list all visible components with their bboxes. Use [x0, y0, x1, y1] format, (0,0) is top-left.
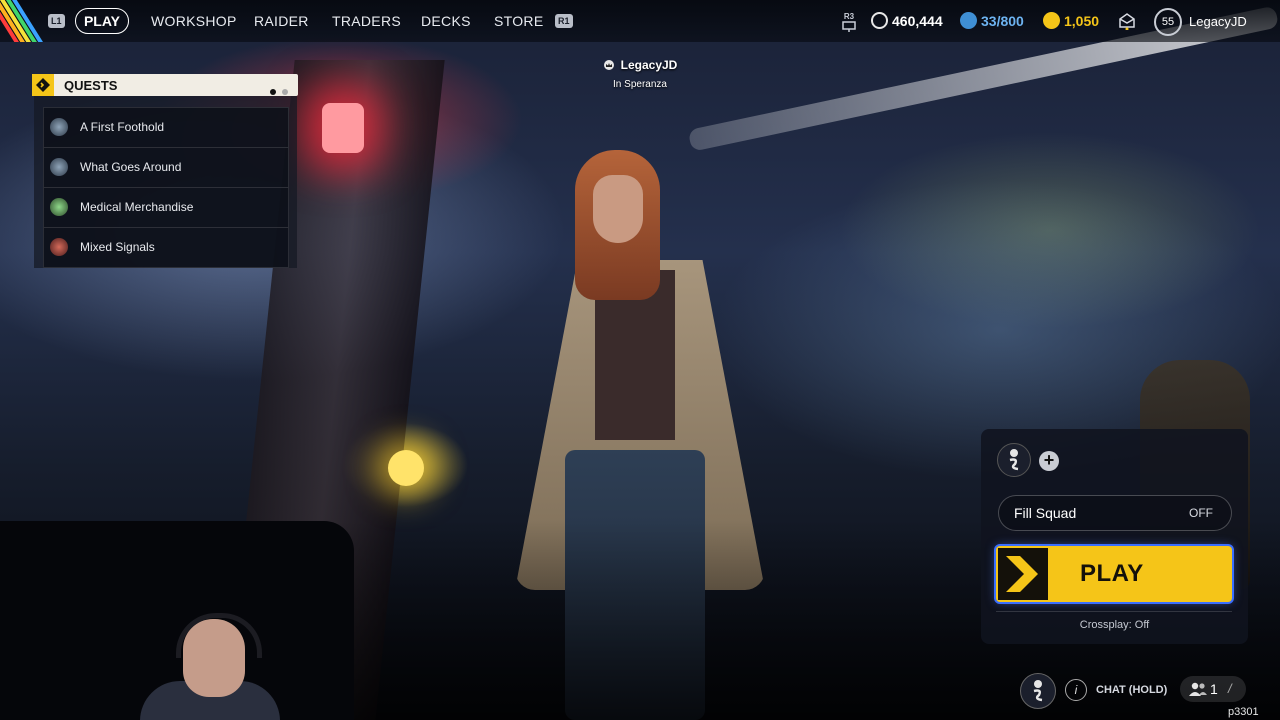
l1-key-hint: L1: [48, 14, 65, 28]
friends-icon: [1189, 682, 1207, 696]
r3-key-hint: R3: [842, 12, 856, 35]
quest-label: A First Foothold: [80, 120, 165, 134]
play-panel: + Fill Squad OFF PLAY Crossplay: Off: [981, 429, 1248, 644]
add-squad-member-icon[interactable]: +: [1039, 451, 1059, 471]
r3-label: R3: [843, 12, 855, 21]
player-tag-name: LegacyJD: [560, 58, 720, 72]
play-chevron-icon: [998, 548, 1048, 600]
quests-title: QUESTS: [64, 78, 118, 93]
stash-capacity-icon: [960, 12, 977, 29]
r1-key-hint: R1: [555, 14, 573, 28]
fill-squad-toggle[interactable]: Fill Squad OFF: [998, 495, 1232, 531]
quest-list: A First Foothold What Goes Around Medica…: [34, 96, 297, 268]
mail-icon[interactable]: [1118, 12, 1136, 30]
quest-item[interactable]: Medical Merchandise: [43, 187, 289, 228]
player-location: In Speranza: [613, 79, 667, 90]
friends-button[interactable]: 1 /: [1180, 676, 1246, 702]
play-button-label: PLAY: [1080, 560, 1144, 587]
top-username[interactable]: LegacyJD: [1189, 14, 1247, 29]
page-dot-active[interactable]: [270, 89, 276, 95]
tokens-value: 1,050: [1064, 13, 1100, 29]
play-divider: [996, 611, 1232, 612]
quest-icon: [50, 238, 68, 256]
brand-stripe-icon: [0, 0, 50, 42]
character-face: [593, 175, 643, 243]
quest-item[interactable]: Mixed Signals: [43, 227, 289, 268]
crown-icon: [603, 60, 614, 70]
player-level-badge[interactable]: 55: [1154, 8, 1182, 36]
nav-tab-decks[interactable]: DECKS: [421, 13, 471, 29]
quest-item[interactable]: What Goes Around: [43, 147, 289, 188]
player-tag-name-text: LegacyJD: [620, 58, 678, 72]
quest-icon: [50, 158, 68, 176]
play-button[interactable]: PLAY: [996, 546, 1232, 602]
webcam-overlay: [0, 521, 354, 720]
quest-label: What Goes Around: [80, 160, 182, 174]
bottom-squad-icon[interactable]: [1020, 673, 1056, 709]
coins-icon: [871, 12, 888, 29]
quests-diamond-icon: [32, 74, 54, 96]
page-dot[interactable]: [282, 89, 288, 95]
fill-squad-value: OFF: [1189, 506, 1213, 520]
nav-tab-store[interactable]: STORE: [494, 13, 543, 29]
quest-label: Medical Merchandise: [80, 200, 194, 214]
quest-item[interactable]: A First Foothold: [43, 107, 289, 148]
scene-yellow-lamp: [388, 450, 424, 486]
tokens-icon: [1043, 12, 1060, 29]
top-nav-bar: L1 PLAY WORKSHOP RAIDER TRADERS DECKS ST…: [0, 0, 1280, 42]
fill-squad-label: Fill Squad: [1014, 505, 1077, 521]
quest-label: Mixed Signals: [80, 240, 155, 254]
version-label: p3301: [1228, 706, 1259, 718]
monitor-icon: [842, 21, 856, 32]
squad-avatar-icon[interactable]: [997, 443, 1031, 477]
quests-header[interactable]: QUESTS: [32, 74, 298, 96]
chat-hold-label: CHAT (HOLD): [1096, 684, 1168, 696]
coins-value: 460,444: [892, 13, 943, 29]
quest-icon: [50, 118, 68, 136]
nav-tab-raider[interactable]: RAIDER: [254, 13, 309, 29]
friends-edit-icon[interactable]: /: [1228, 681, 1232, 696]
friends-count: 1: [1210, 681, 1218, 697]
chat-icon[interactable]: i: [1065, 679, 1087, 701]
nav-tab-traders[interactable]: TRADERS: [332, 13, 401, 29]
stash-capacity-value: 33/800: [981, 13, 1024, 29]
webcam-headset: [176, 613, 262, 658]
scene-red-lamp: [322, 103, 364, 153]
quest-icon: [50, 198, 68, 216]
player-tag: LegacyJD In Speranza: [560, 58, 720, 90]
nav-tab-workshop[interactable]: WORKSHOP: [151, 13, 237, 29]
crossplay-status: Crossplay: Off: [1079, 619, 1150, 631]
nav-tab-play[interactable]: PLAY: [75, 8, 129, 34]
